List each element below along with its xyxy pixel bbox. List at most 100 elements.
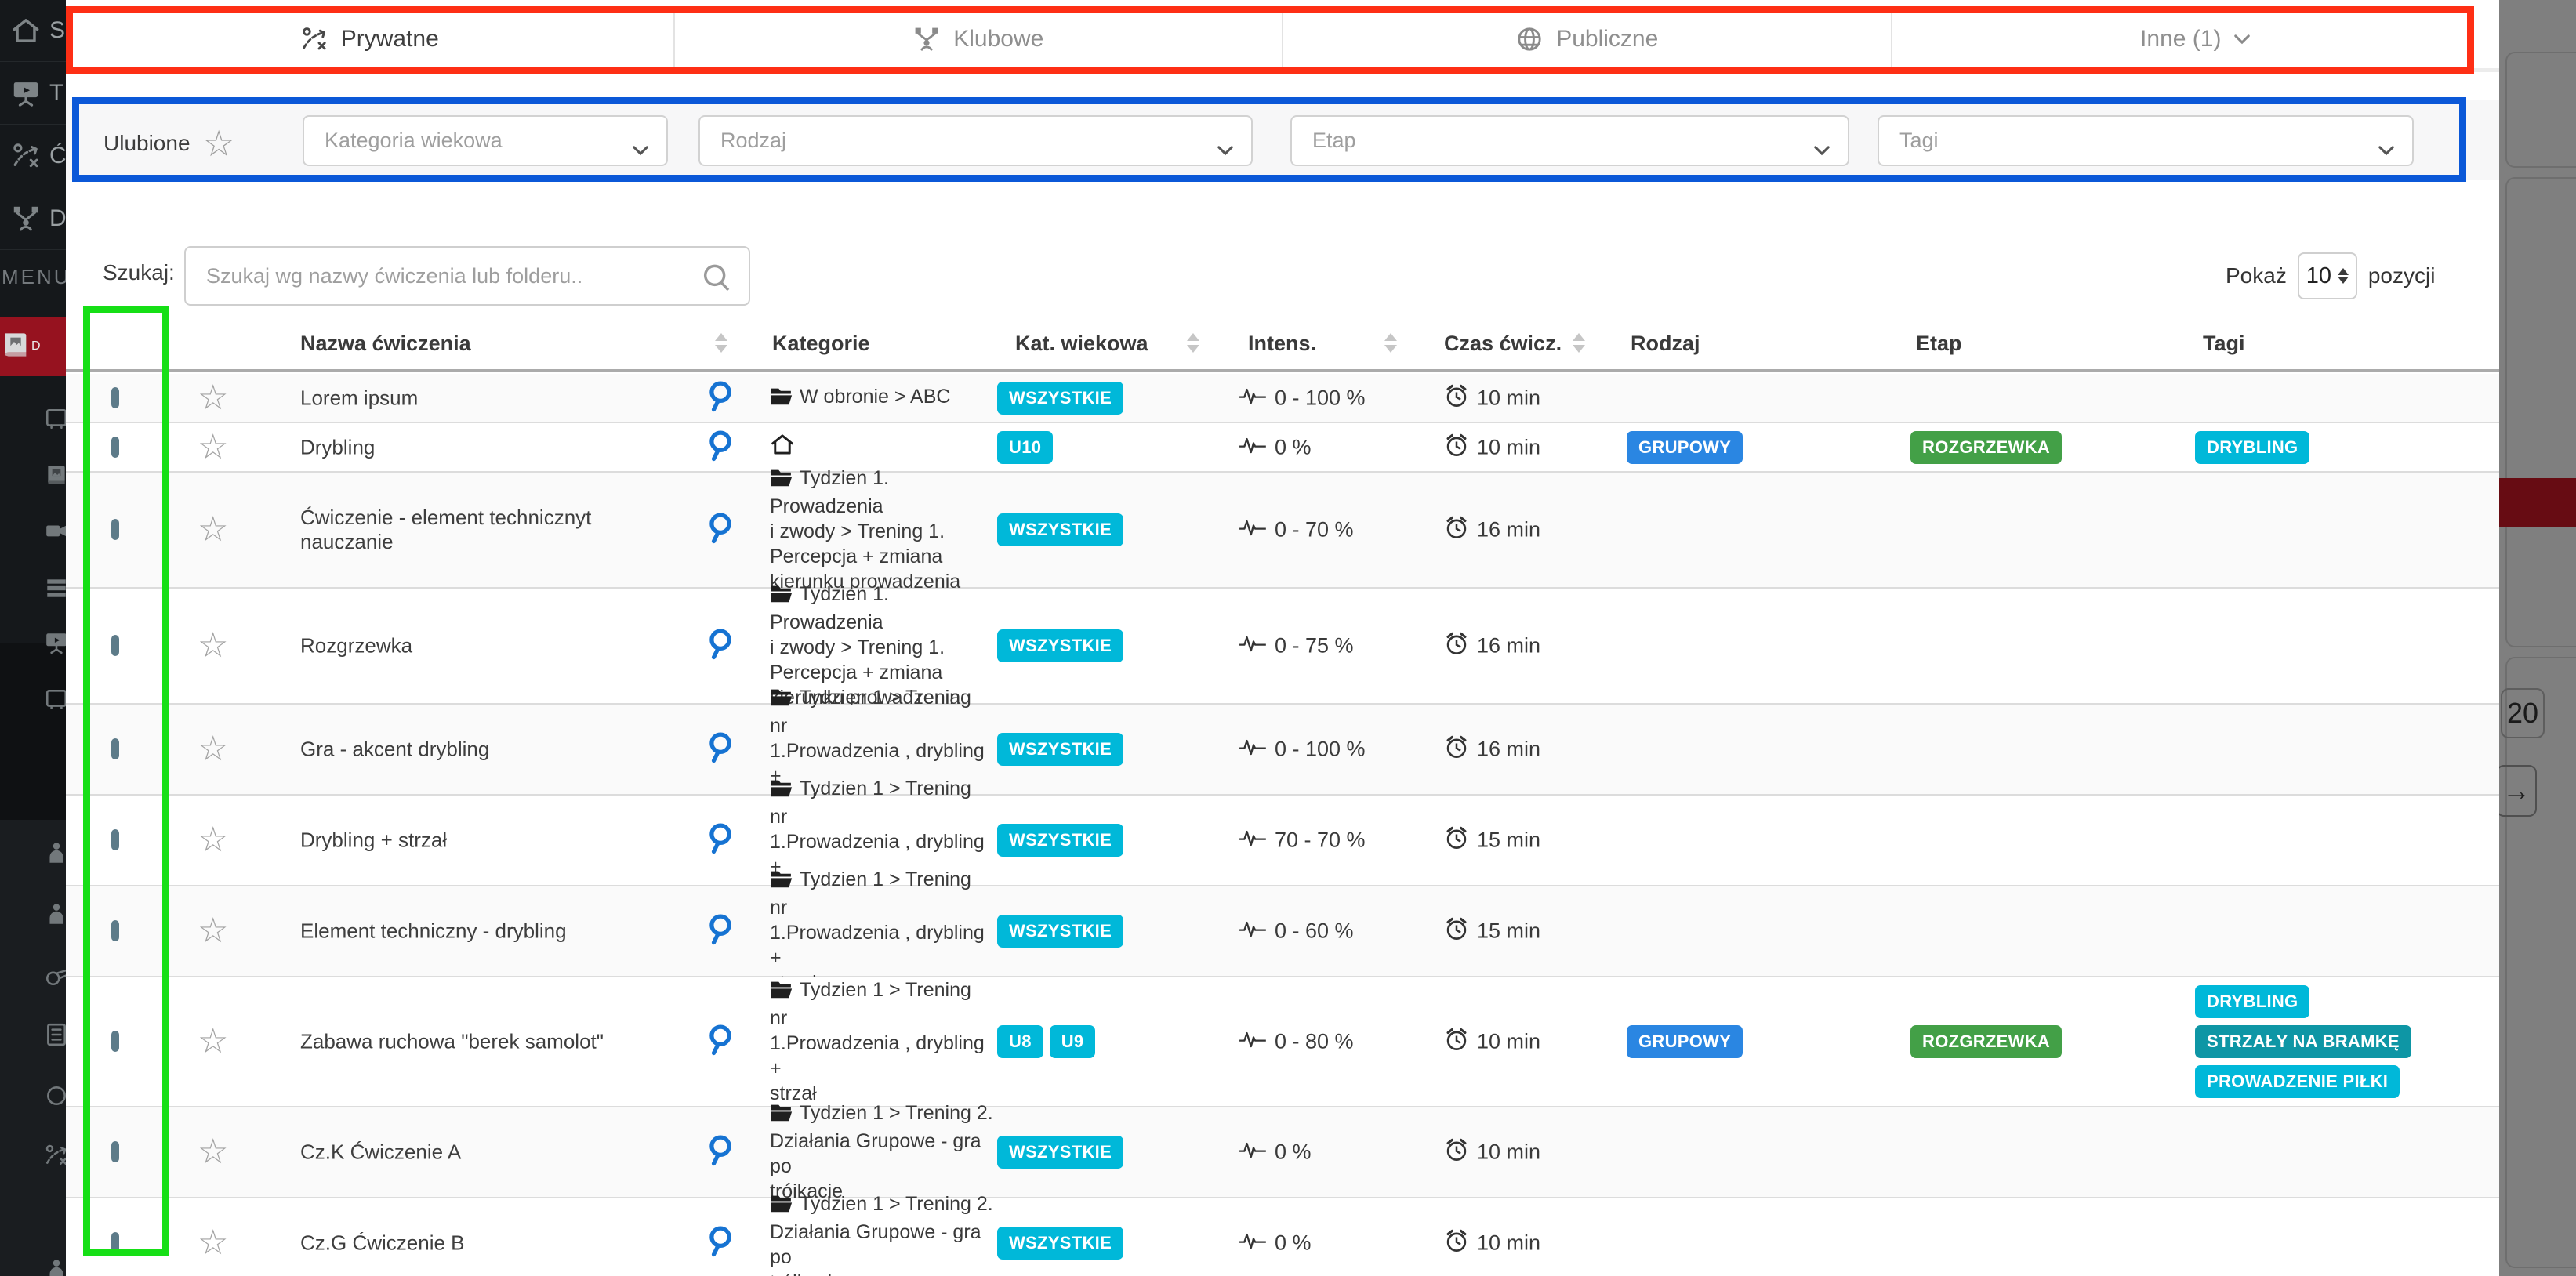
person-icon[interactable] (44, 840, 66, 867)
zoom-preview-icon[interactable] (707, 380, 734, 415)
column-header[interactable]: Nazwa ćwiczenia (300, 332, 471, 356)
favorite-star-icon[interactable]: ☆ (198, 823, 228, 857)
filter-select-rodzaj[interactable]: Rodzaj (698, 115, 1253, 166)
row-checkbox[interactable] (111, 1141, 119, 1162)
sort-arrows-icon[interactable] (1187, 333, 1199, 353)
screen-icon[interactable] (44, 630, 66, 657)
pulse-icon (1239, 385, 1268, 411)
zoom-preview-icon[interactable] (707, 430, 734, 465)
row-checkbox[interactable] (111, 387, 119, 408)
favorite-star-icon[interactable]: ☆ (198, 1024, 228, 1059)
zoom-preview-icon[interactable] (707, 914, 734, 949)
sidebar-item-label: S (49, 17, 65, 44)
search-icon (701, 262, 731, 297)
favorites-toggle[interactable]: Ulubione ☆ (103, 125, 235, 161)
board-icon[interactable] (44, 687, 66, 713)
zoom-preview-icon[interactable] (707, 732, 734, 767)
favorite-star-icon[interactable]: ☆ (198, 430, 228, 465)
table-row[interactable]: ☆Drybling + strzałTydzien 1 > Trening nr… (66, 796, 2499, 886)
row-checkbox[interactable] (111, 437, 119, 458)
favorite-star-icon[interactable]: ☆ (198, 1135, 228, 1169)
favorite-star-icon[interactable]: ☆ (198, 513, 228, 547)
row-checkbox[interactable] (111, 519, 119, 540)
zoom-preview-icon[interactable] (707, 1135, 734, 1170)
background-card (2505, 657, 2576, 1268)
row-checkbox[interactable] (111, 635, 119, 656)
pulse-icon (1239, 919, 1268, 944)
row-checkbox[interactable] (111, 920, 119, 941)
pulse-icon (1239, 1140, 1268, 1165)
tactics-icon[interactable] (44, 1143, 66, 1169)
book-icon[interactable] (44, 462, 66, 489)
layers-icon[interactable] (44, 575, 66, 602)
column-header[interactable]: Intens. (1248, 332, 1316, 356)
chevron-down-icon (1217, 137, 1234, 161)
zoom-preview-icon[interactable] (707, 823, 734, 858)
favorite-star-icon[interactable]: ☆ (198, 381, 228, 415)
column-header[interactable]: Kat. wiekowa (1015, 332, 1148, 356)
star-icon[interactable]: ☆ (203, 125, 235, 161)
favorite-star-icon[interactable]: ☆ (198, 1226, 228, 1260)
favorite-star-icon[interactable]: ☆ (198, 629, 228, 663)
row-checkbox[interactable] (111, 1232, 119, 1253)
table-row[interactable]: ☆Gra - akcent dryblingTydzien 1 > Trenin… (66, 705, 2499, 796)
table-row[interactable]: ☆Zabawa ruchowa "berek samolot"Tydzien 1… (66, 977, 2499, 1107)
list-icon[interactable] (44, 1022, 66, 1049)
duration-cell: 15 min (1444, 825, 1540, 856)
age-badge: WSZYSTKIE (997, 1227, 1123, 1260)
tab-prywatne[interactable]: Prywatne (66, 9, 675, 72)
intensity-cell: 0 - 100 % (1239, 737, 1366, 763)
background-counter-box[interactable]: 20 (2501, 688, 2545, 738)
board-icon[interactable] (44, 406, 66, 433)
camera-icon[interactable] (44, 519, 66, 546)
sidebar-item[interactable]: S (0, 0, 66, 62)
table-row[interactable]: ☆DryblingU100 %10 minGRUPOWYROZGRZEWKADR… (66, 423, 2499, 473)
filter-select-kategoria-wiekowa[interactable]: Kategoria wiekowa (303, 115, 668, 166)
tab-klubowe[interactable]: Klubowe (675, 9, 1284, 72)
tab-publiczne[interactable]: Publiczne (1283, 9, 1892, 72)
favorite-star-icon[interactable]: ☆ (198, 914, 228, 948)
duration-cell: 16 min (1444, 734, 1540, 765)
sort-arrows-icon[interactable] (1573, 333, 1585, 353)
duration-cell: 10 min (1444, 1027, 1540, 1057)
whistle-icon[interactable] (44, 962, 66, 989)
sidebar-item[interactable]: Ć (0, 125, 66, 187)
pulse-icon (1239, 1231, 1268, 1256)
person-icon[interactable] (44, 901, 66, 928)
row-checkbox[interactable] (111, 738, 119, 759)
arrow-right-button[interactable]: → (2499, 765, 2537, 817)
table-row[interactable]: ☆Element techniczny - dryblingTydzien 1 … (66, 886, 2499, 977)
exercise-name: Drybling + strzał (300, 828, 669, 853)
zoom-preview-icon[interactable] (707, 1226, 734, 1261)
sidebar-item[interactable]: T (0, 63, 66, 125)
person-icon[interactable] (44, 1257, 66, 1276)
stepper-arrows-icon[interactable] (2338, 268, 2349, 284)
row-checkbox[interactable] (111, 1031, 119, 1052)
sort-arrows-icon[interactable] (1384, 333, 1397, 353)
table-row[interactable]: ☆RozgrzewkaTydzien 1. Prowadzeniai zwody… (66, 589, 2499, 705)
clock-icon (1444, 916, 1469, 947)
table-row[interactable]: ☆Cz.K Ćwiczenie ATydzien 1 > Trening 2.D… (66, 1107, 2499, 1198)
zoom-preview-icon[interactable] (707, 629, 734, 664)
filter-select-etap[interactable]: Etap (1290, 115, 1849, 166)
tab-inne-1-[interactable]: Inne (1) (1892, 9, 2500, 72)
zoom-preview-icon[interactable] (707, 1024, 734, 1060)
table-row[interactable]: ☆Lorem ipsumW obronie > ABCWSZYSTKIE0 - … (66, 374, 2499, 423)
ring-icon[interactable] (44, 1083, 66, 1110)
filter-select-tagi[interactable]: Tagi (1878, 115, 2414, 166)
sort-arrows-icon[interactable] (715, 333, 727, 353)
globe-icon (1515, 25, 1544, 53)
intensity-value: 0 % (1275, 435, 1312, 459)
favorite-star-icon[interactable]: ☆ (198, 732, 228, 767)
clock-icon (1444, 1027, 1469, 1057)
page-size-stepper[interactable]: 10 (2298, 252, 2357, 299)
row-checkbox[interactable] (111, 829, 119, 850)
sidebar-item-active[interactable]: D (0, 317, 66, 376)
pulse-icon (1239, 737, 1268, 763)
search-input[interactable] (184, 246, 750, 306)
zoom-preview-icon[interactable] (707, 513, 734, 548)
column-header[interactable]: Czas ćwicz. (1444, 332, 1562, 356)
table-row[interactable]: ☆Cz.G Ćwiczenie BTydzien 1 > Trening 2.D… (66, 1198, 2499, 1276)
sidebar-item[interactable]: D (0, 188, 66, 250)
table-row[interactable]: ☆Ćwiczenie - element technicznyt nauczan… (66, 473, 2499, 589)
